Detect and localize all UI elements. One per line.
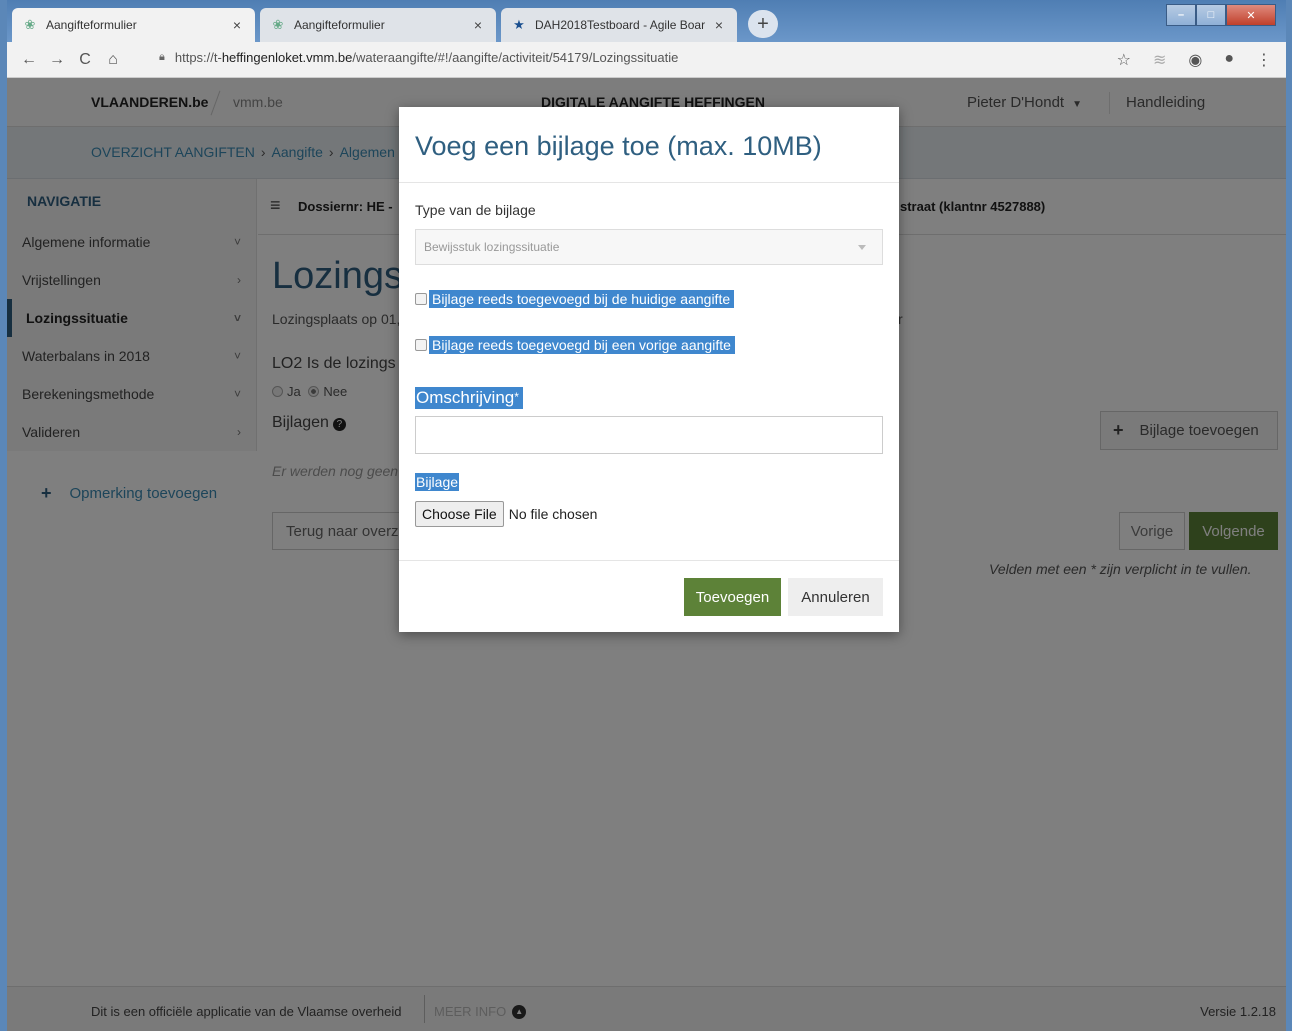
tab-close-icon[interactable]: × — [229, 17, 245, 33]
minimize-icon[interactable]: – — [1166, 4, 1196, 26]
close-window-icon[interactable]: ✕ — [1226, 4, 1276, 26]
browser-tab-3[interactable]: ★ DAH2018Testboard - Agile Boar × — [501, 8, 737, 42]
add-attachment-dialog: Voeg een bijlage toe (max. 10MB) Type va… — [399, 107, 899, 632]
tab-close-icon[interactable]: × — [711, 17, 727, 33]
choose-file-button[interactable]: Choose File — [415, 501, 504, 527]
profile-icon[interactable]: ● — [1224, 50, 1234, 70]
checkbox-current-declaration[interactable] — [415, 293, 427, 305]
checkbox-current-label[interactable]: Bijlage reeds toegevoegd bij de huidige … — [429, 290, 735, 308]
checkbox-previous-label[interactable]: Bijlage reeds toegevoegd bij een vorige … — [429, 336, 735, 354]
browser-tab-2[interactable]: ❀ Aangifteformulier × — [260, 8, 496, 42]
tab-label: Aangifteformulier — [294, 18, 385, 32]
maximize-icon[interactable]: □ — [1196, 4, 1226, 26]
url-prefix: https://t- — [174, 50, 222, 65]
forward-arrow-icon[interactable]: → — [43, 51, 71, 69]
vmm-favicon-icon: ❀ — [24, 17, 36, 32]
tab-close-icon[interactable]: × — [470, 17, 486, 33]
menu-dots-icon[interactable]: ⋮ — [1256, 50, 1272, 70]
no-file-text: No file chosen — [508, 506, 598, 522]
checkbox-row-current: Bijlage reeds toegevoegd bij de huidige … — [415, 290, 735, 308]
back-arrow-icon[interactable]: ← — [15, 51, 43, 69]
browser-tab-1[interactable]: ❀ Aangifteformulier × — [12, 8, 255, 42]
extension-lock-icon[interactable]: ◉ — [1188, 50, 1202, 70]
attachment-type-label: Type van de bijlage — [415, 202, 536, 218]
description-label: Omschrijving* — [415, 387, 523, 409]
required-mark: * — [514, 390, 519, 404]
dialog-title: Voeg een bijlage toe (max. 10MB) — [415, 131, 822, 161]
attachment-type-select[interactable]: Bewijsstuk lozingssituatie — [415, 229, 883, 265]
url-domain: heffingenloket.vmm.be — [221, 50, 353, 65]
lock-icon: 🔒︎ — [159, 51, 165, 63]
description-input[interactable] — [415, 416, 883, 454]
url-bar[interactable]: 🔒︎ https://t-heffingenloket.vmm.be/water… — [159, 50, 678, 65]
window-frame-right — [1286, 0, 1292, 1031]
window-frame-left — [0, 0, 7, 1031]
description-label-text: Omschrijving — [416, 388, 515, 407]
url-path: /wateraangifte/#!/aangifte/activiteit/54… — [352, 50, 679, 65]
vmm-favicon-icon: ❀ — [272, 17, 284, 32]
new-tab-button[interactable]: + — [748, 10, 778, 38]
file-label: Bijlage — [415, 473, 460, 491]
window-controls: – □ ✕ — [1166, 4, 1276, 26]
bookmark-star-icon[interactable]: ☆ — [1117, 50, 1131, 70]
checkbox-previous-declaration[interactable] — [415, 339, 427, 351]
browser-titlebar: ❀ Aangifteformulier × ❀ Aangifteformulie… — [7, 0, 1286, 42]
dialog-divider — [399, 182, 899, 183]
extension-icon[interactable]: ≋ — [1153, 50, 1166, 70]
attachment-type-value: Bewijsstuk lozingssituatie — [424, 240, 560, 254]
browser-toolbar: ← → C ⌂ 🔒︎ https://t-heffingenloket.vmm.… — [7, 42, 1286, 78]
home-icon[interactable]: ⌂ — [99, 51, 127, 69]
dialog-footer-divider — [399, 560, 899, 561]
toolbar-icons: ☆ ≋ ◉ ● ⋮ — [1117, 50, 1272, 70]
caret-down-icon — [858, 245, 866, 250]
cancel-button[interactable]: Annuleren — [788, 578, 883, 616]
checkbox-row-previous: Bijlage reeds toegevoegd bij een vorige … — [415, 336, 735, 354]
tab-label: Aangifteformulier — [46, 18, 137, 32]
tab-label: DAH2018Testboard - Agile Boar — [535, 18, 706, 32]
add-button[interactable]: Toevoegen — [684, 578, 781, 616]
reload-icon[interactable]: C — [71, 51, 99, 69]
file-picker: Choose File No file chosen — [415, 501, 597, 527]
jira-favicon-icon: ★ — [513, 17, 525, 32]
